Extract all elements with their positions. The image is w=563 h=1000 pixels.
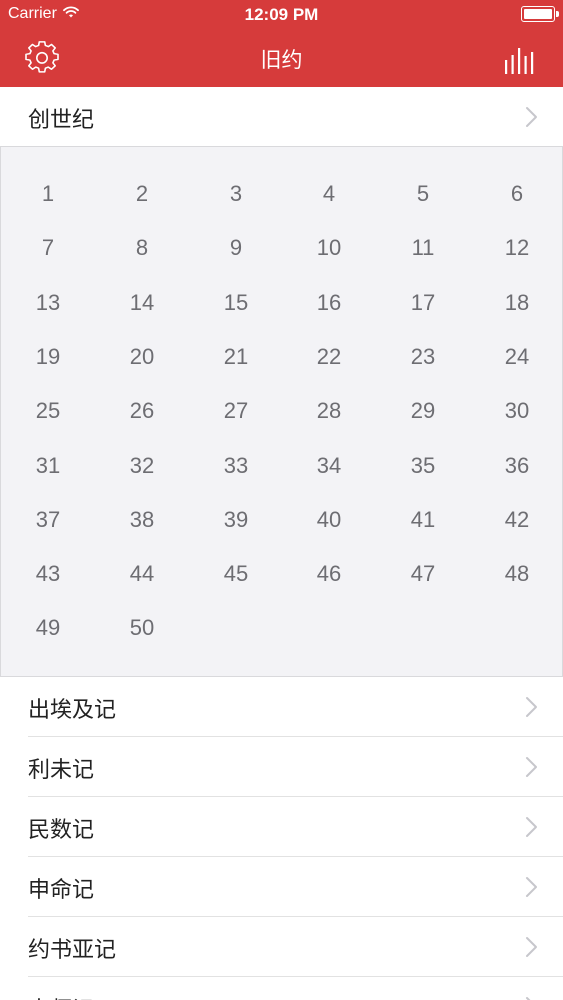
chapter-button[interactable]: 37 [1, 493, 95, 547]
chapter-button[interactable]: 46 [282, 547, 376, 601]
chapter-button[interactable]: 50 [95, 601, 189, 655]
book-row[interactable]: 约书亚记 [0, 917, 563, 977]
chapter-button[interactable]: 32 [95, 439, 189, 493]
nav-bar: 旧约 [0, 28, 563, 87]
chapter-button[interactable]: 6 [470, 167, 563, 221]
chapter-button[interactable]: 3 [189, 167, 283, 221]
chapter-button[interactable]: 30 [470, 384, 563, 438]
chapter-button[interactable]: 8 [95, 221, 189, 275]
bar-chart-icon [505, 48, 534, 74]
book-name: 约书亚记 [28, 938, 117, 963]
chapter-button[interactable]: 29 [376, 384, 470, 438]
chapter-button[interactable]: 41 [376, 493, 470, 547]
book-row-expanded[interactable]: 创世纪 [0, 87, 563, 147]
chapter-button[interactable]: 12 [470, 221, 563, 275]
chevron-right-icon [526, 697, 537, 717]
chapter-button[interactable]: 26 [95, 384, 189, 438]
app-header: Carrier 12:09 PM 旧约 [0, 0, 563, 87]
chapter-button[interactable]: 7 [1, 221, 95, 275]
book-row[interactable]: 申命记 [0, 857, 563, 917]
chapter-button[interactable]: 36 [470, 439, 563, 493]
chapter-button[interactable]: 33 [189, 439, 283, 493]
status-bar: Carrier 12:09 PM [0, 0, 563, 28]
chapter-button[interactable]: 18 [470, 276, 563, 330]
chapter-button[interactable]: 31 [1, 439, 95, 493]
chapter-button[interactable]: 14 [95, 276, 189, 330]
chapter-button[interactable]: 11 [376, 221, 470, 275]
chapter-button[interactable]: 16 [282, 276, 376, 330]
chapter-button[interactable]: 35 [376, 439, 470, 493]
chapter-button[interactable]: 28 [282, 384, 376, 438]
chapter-button[interactable]: 5 [376, 167, 470, 221]
chapter-button[interactable]: 44 [95, 547, 189, 601]
book-row[interactable]: 民数记 [0, 797, 563, 857]
chevron-right-icon [526, 937, 537, 957]
book-name: 出埃及记 [28, 698, 117, 723]
chapter-button[interactable]: 4 [282, 167, 376, 221]
chapter-button[interactable]: 24 [470, 330, 563, 384]
chapter-button[interactable]: 34 [282, 439, 376, 493]
chapter-button[interactable]: 19 [1, 330, 95, 384]
chapter-button[interactable]: 27 [189, 384, 283, 438]
chapter-grid: 1 2 3 4 5 6 7 8 9 10 11 12 13 14 15 16 17 18 19 20 21 22 23 24 2… [0, 146, 563, 677]
chapter-button[interactable]: 23 [376, 330, 470, 384]
chapter-button[interactable]: 40 [282, 493, 376, 547]
chapter-button[interactable]: 38 [95, 493, 189, 547]
book-name: 士师记 [28, 992, 94, 1000]
statistics-button[interactable] [503, 42, 537, 74]
chapter-button[interactable]: 21 [189, 330, 283, 384]
chapter-button[interactable]: 1 [1, 167, 95, 221]
chevron-right-icon [526, 877, 537, 897]
book-row[interactable]: 出埃及记 [0, 677, 563, 737]
battery-icon [521, 6, 559, 22]
chevron-right-icon [526, 107, 537, 127]
chapter-button[interactable]: 49 [1, 601, 95, 655]
book-row[interactable]: 士师记 [0, 977, 563, 1000]
chapter-button[interactable]: 25 [1, 384, 95, 438]
chapter-button[interactable]: 2 [95, 167, 189, 221]
chapter-button[interactable]: 43 [1, 547, 95, 601]
book-row[interactable]: 利未记 [0, 737, 563, 797]
page-title: 旧约 [260, 48, 303, 72]
chapter-button[interactable]: 22 [282, 330, 376, 384]
chapter-button[interactable]: 39 [189, 493, 283, 547]
chapter-button[interactable]: 42 [470, 493, 563, 547]
chapter-button[interactable]: 13 [1, 276, 95, 330]
chapter-button[interactable]: 47 [376, 547, 470, 601]
book-name: 民数记 [28, 818, 95, 843]
chapter-button[interactable]: 45 [189, 547, 283, 601]
chapter-button[interactable]: 15 [189, 276, 283, 330]
chapter-button[interactable]: 48 [470, 547, 563, 601]
chapter-button[interactable]: 9 [189, 221, 283, 275]
book-name: 申命记 [28, 878, 95, 903]
chapter-button[interactable]: 17 [376, 276, 470, 330]
chevron-right-icon [526, 817, 537, 837]
chevron-right-icon [526, 757, 537, 777]
chapter-button[interactable]: 20 [95, 330, 189, 384]
chapter-button[interactable]: 10 [282, 221, 376, 275]
chevron-right-icon [526, 997, 531, 1000]
status-time: 12:09 PM [244, 5, 319, 24]
book-name: 创世纪 [28, 108, 95, 133]
book-name: 利未记 [28, 758, 95, 783]
